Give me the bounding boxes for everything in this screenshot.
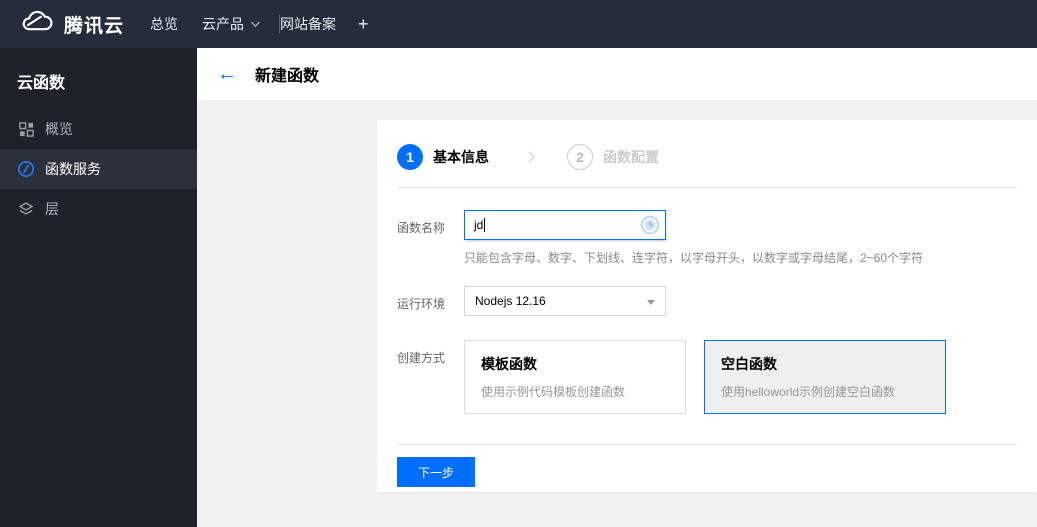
chevron-right-icon (523, 151, 535, 163)
method-card-template[interactable]: 模板函数 使用示例代码模板创建函数 (464, 340, 686, 414)
text-cursor (484, 218, 486, 232)
sidebar-item-label: 层 (45, 201, 59, 217)
tencent-cloud-logo-icon (20, 10, 54, 38)
dropdown-arrow-icon (647, 300, 655, 305)
sidebar-item-label: 概览 (45, 121, 73, 137)
nav-item-overview[interactable]: 总览 (150, 14, 178, 34)
sidebar-item-label: 函数服务 (45, 161, 101, 177)
page-header: ← 新建函数 (197, 48, 1037, 100)
scf-icon (17, 160, 35, 178)
function-name-value: jd (474, 218, 484, 232)
next-step-button[interactable]: 下一步 (397, 457, 475, 487)
sidebar-item-overview[interactable]: 概览 (0, 109, 197, 149)
method-card-desc: 使用helloworld示例创建空白函数 (721, 385, 896, 399)
method-label: 创建方式 (397, 351, 446, 365)
function-name-hint: 只能包含字母、数字、下划线、连字符，以字母开头，以数字或字母结尾，2~60个字符 (464, 251, 924, 265)
divider (397, 444, 1017, 445)
sidebar: 云函数 概览 函数服务 层 (0, 48, 197, 527)
brand-logo[interactable]: 腾讯云 (20, 10, 124, 38)
function-name-label: 函数名称 (397, 221, 446, 235)
grid-icon (17, 120, 35, 138)
step-indicator: 1 基本信息 2 函数配置 (377, 120, 1037, 170)
top-nav: 腾讯云 总览 云产品 网站备案 + (0, 0, 1037, 48)
method-card-desc: 使用示例代码模板创建函数 (481, 385, 626, 399)
runtime-select[interactable]: Nodejs 12.16 (464, 286, 666, 316)
create-function-card: 1 基本信息 2 函数配置 函数名称 jd 只能包含字母、数字、下划线、连字符，… (377, 120, 1037, 492)
layers-icon (17, 200, 35, 218)
sidebar-item-layers[interactable]: 层 (0, 189, 197, 229)
function-name-input[interactable]: jd (464, 210, 666, 240)
sidebar-item-function-service[interactable]: 函数服务 (0, 149, 197, 189)
add-tab-icon[interactable]: + (358, 14, 369, 35)
nav-item-icp[interactable]: 网站备案 (280, 14, 336, 34)
step-2-label: 函数配置 (603, 149, 659, 165)
method-card-title: 空白函数 (721, 356, 777, 372)
runtime-label: 运行环境 (397, 297, 446, 311)
nav-item-products[interactable]: 云产品 (202, 14, 260, 34)
clock-icon (640, 215, 660, 238)
page-title: 新建函数 (255, 68, 320, 85)
step-2-circle: 2 (567, 144, 593, 170)
step-1-label: 基本信息 (433, 149, 489, 165)
content-area: 1 基本信息 2 函数配置 函数名称 jd 只能包含字母、数字、下划线、连字符，… (197, 100, 1037, 527)
brand-name: 腾讯云 (64, 15, 125, 37)
step-1-circle: 1 (397, 144, 423, 170)
back-arrow-icon[interactable]: ← (217, 64, 237, 84)
method-card-title: 模板函数 (481, 356, 537, 372)
sidebar-title: 云函数 (17, 75, 66, 92)
method-card-blank[interactable]: 空白函数 使用helloworld示例创建空白函数 (704, 340, 946, 414)
divider (397, 187, 1017, 188)
runtime-value: Nodejs 12.16 (475, 294, 546, 308)
app-window: 腾讯云 总览 云产品 网站备案 + 云函数 概览 函数服务 层 ← 新建函数 1… (0, 0, 1037, 527)
basic-info-form: 函数名称 jd 只能包含字母、数字、下划线、连字符，以字母开头，以数字或字母结尾… (377, 210, 1037, 414)
chevron-down-icon (251, 18, 260, 27)
